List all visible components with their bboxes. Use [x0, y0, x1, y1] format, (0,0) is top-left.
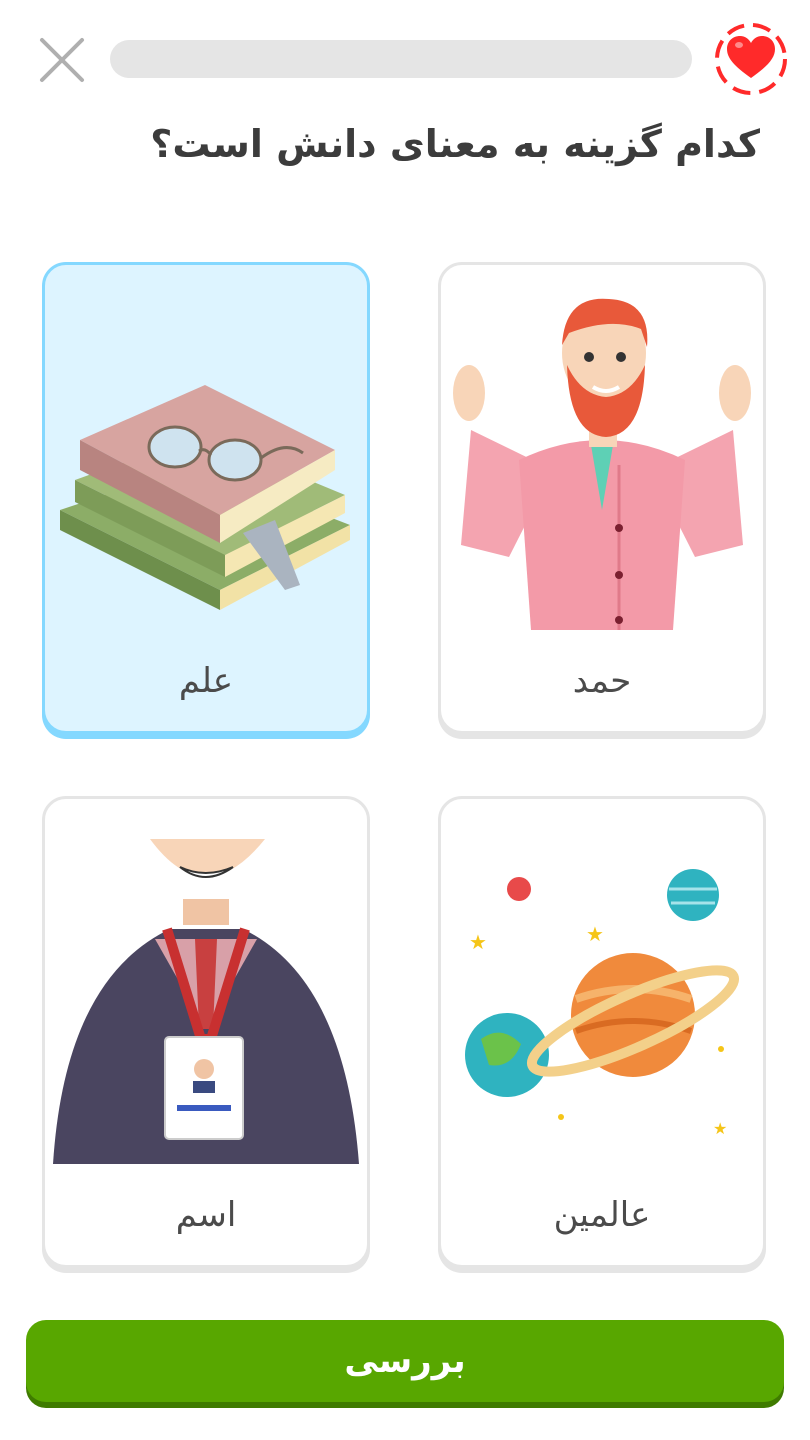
- option-label: عالمین: [553, 1195, 651, 1235]
- svg-text:★: ★: [713, 1119, 727, 1138]
- planets-and-stars-illustration: ★ ★ ★: [465, 869, 740, 1138]
- svg-text:★: ★: [469, 930, 487, 954]
- svg-text:★: ★: [586, 922, 604, 946]
- option-label: علم: [178, 661, 234, 701]
- man-with-name-badge-illustration: [53, 839, 359, 1164]
- option-card-esm[interactable]: اسم: [42, 796, 370, 1268]
- bearded-man-raising-hands-illustration: [453, 298, 751, 630]
- top-bar: [0, 0, 810, 120]
- option-card-elm[interactable]: علم: [42, 262, 370, 734]
- close-icon: [40, 38, 84, 82]
- question-title: کدام گزینه به معنای دانش است؟: [150, 122, 760, 166]
- lesson-progress-bar: [110, 40, 692, 78]
- option-label: حمد: [572, 661, 632, 701]
- option-card-alamin[interactable]: ★ ★ ★ عالمین: [438, 796, 766, 1268]
- option-card-hamd[interactable]: حمد: [438, 262, 766, 734]
- option-label: اسم: [175, 1195, 237, 1235]
- heart-icon: [715, 23, 787, 95]
- close-button[interactable]: [36, 34, 88, 86]
- stack-of-books-with-glasses-illustration: [60, 385, 350, 610]
- check-button[interactable]: بررسی: [26, 1320, 784, 1402]
- hearts-indicator[interactable]: [712, 20, 790, 98]
